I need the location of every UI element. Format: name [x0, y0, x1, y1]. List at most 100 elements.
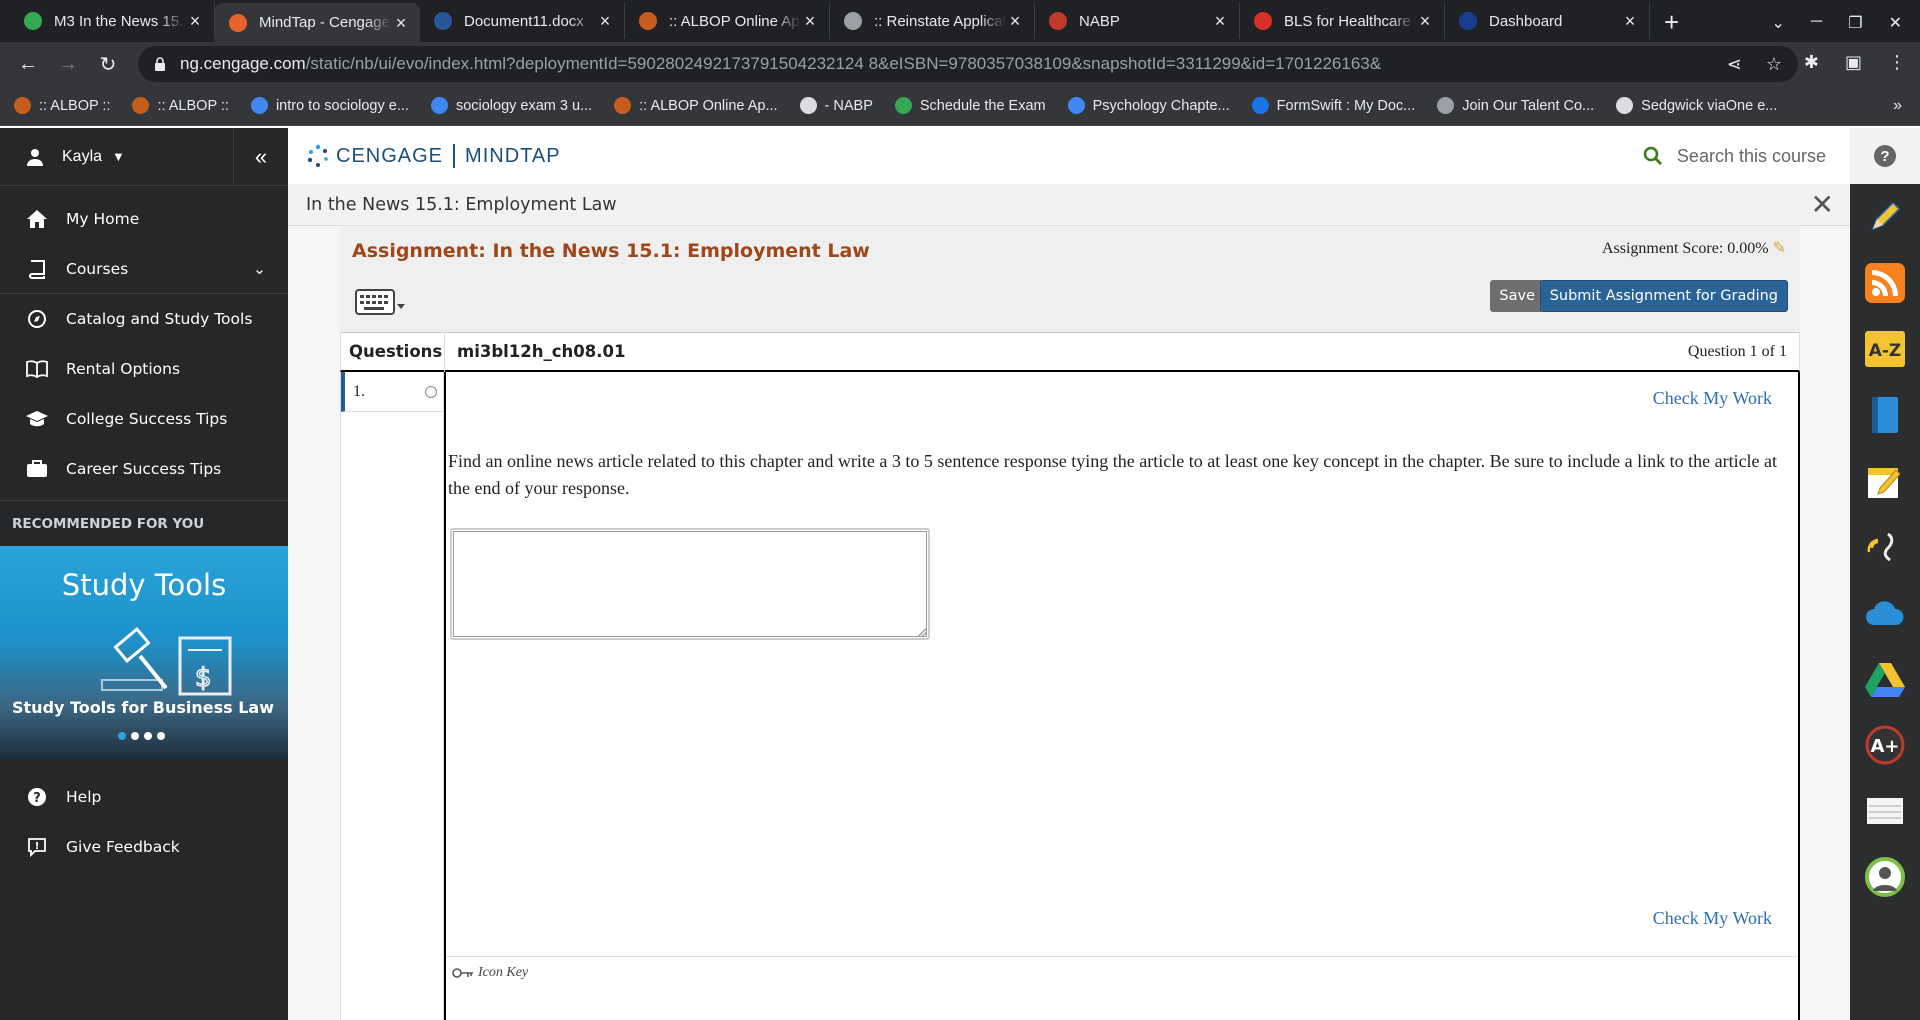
new-tab-button[interactable]: + [1664, 7, 1694, 38]
bookmark-item[interactable]: FormSwift : My Doc... [1251, 97, 1416, 114]
bookmark-label: Join Our Talent Co... [1462, 97, 1595, 114]
rss-app-icon[interactable] [1850, 250, 1920, 316]
bookmark-item[interactable]: sociology exam 3 u... [430, 97, 592, 114]
bookmark-item[interactable]: :: ALBOP :: [14, 97, 110, 114]
submit-assignment-button[interactable]: Submit Assignment for Grading [1539, 280, 1788, 312]
collapse-sidebar-icon[interactable]: « [234, 144, 288, 170]
study-tools-promo[interactable]: Study Tools $ Study Tools for Business L… [0, 546, 288, 758]
address-bar[interactable]: ng.cengage.com/static/nb/ui/evo/index.ht… [138, 46, 1798, 82]
pencil-app-icon[interactable] [1850, 184, 1920, 250]
close-tab-icon[interactable]: × [801, 12, 819, 30]
bookmark-label: FormSwift : My Doc... [1276, 97, 1416, 114]
browser-tab-strip: M3 In the News 15.1×MindTap - Cengage Le… [0, 0, 1920, 42]
chevron-down-icon: ⌄ [253, 259, 266, 278]
browser-tab[interactable]: M3 In the News 15.1 × [10, 3, 215, 39]
browser-tab[interactable]: Document11.docx × [420, 3, 625, 39]
tab-title: :: ALBOP Online Applications [669, 12, 801, 30]
browser-tab[interactable]: NABP × [1035, 3, 1240, 39]
forward-icon[interactable]: → [48, 53, 88, 76]
bookmark-label: Sedgwick viaOne e... [1641, 97, 1778, 114]
question-list-item[interactable]: 1. [341, 372, 443, 412]
close-tab-icon[interactable]: × [1006, 12, 1024, 30]
graduation-cap-icon [26, 411, 48, 427]
sidebar-item-college-tips[interactable]: College Success Tips [0, 394, 288, 444]
flashcards-icon[interactable] [1850, 778, 1920, 844]
close-tab-icon[interactable]: × [186, 12, 204, 30]
sidebar-item-label: Help [66, 788, 102, 806]
bookmark-label: :: ALBOP :: [39, 97, 111, 114]
feedback-icon: ! [28, 838, 46, 857]
bookmark-favicon-icon [132, 97, 150, 114]
restore-button[interactable]: ❐ [1848, 13, 1862, 33]
close-tab-icon[interactable]: × [596, 12, 614, 30]
reload-icon[interactable]: ↻ [88, 52, 128, 77]
sidebar-item-label: Rental Options [66, 360, 181, 378]
user-menu[interactable]: Kayla ▼ [0, 127, 234, 186]
sidebar-item-rental[interactable]: Rental Options [0, 344, 288, 394]
bookmark-label: :: ALBOP :: [157, 97, 229, 114]
minimize-button[interactable]: ─ [1811, 13, 1822, 33]
glossary-az-icon[interactable]: A-Z [1850, 316, 1920, 382]
browser-tab[interactable]: BLS for Healthcare Providers× [1240, 3, 1445, 39]
back-icon[interactable]: ← [8, 53, 48, 76]
bookmark-favicon-icon [894, 97, 912, 114]
answer-value[interactable] [453, 531, 927, 637]
share-icon[interactable]: ⋖ [1727, 54, 1742, 75]
browser-tab[interactable]: :: ALBOP Online Applications× [625, 3, 830, 39]
bookmarks-overflow-button[interactable]: » [1893, 97, 1902, 115]
extensions-icon[interactable]: ✱ [1804, 52, 1819, 73]
sidebar-item-my-home[interactable]: My Home [0, 194, 288, 244]
ebook-icon[interactable] [1850, 382, 1920, 448]
bookmark-item[interactable]: Sedgwick viaOne e... [1616, 97, 1777, 114]
sidebar-item-label: Give Feedback [66, 838, 180, 856]
sidebar-item-catalog[interactable]: Catalog and Study Tools [0, 294, 288, 344]
save-button[interactable]: Save [1490, 280, 1544, 312]
browser-tab[interactable]: :: Reinstate Application× [830, 3, 1035, 39]
bookmark-item[interactable]: Psychology Chapte... [1067, 97, 1230, 114]
tab-title: :: Reinstate Application [874, 12, 1006, 30]
check-my-work-link-top[interactable]: Check My Work [1653, 388, 1772, 409]
close-window-button[interactable]: ✕ [1889, 13, 1902, 33]
bookmark-item[interactable]: :: ALBOP Online Ap... [614, 97, 778, 114]
browser-tab[interactable]: MindTap - Cengage Learning× [215, 3, 420, 42]
bookmark-item[interactable]: Join Our Talent Co... [1437, 97, 1594, 114]
close-tab-icon[interactable]: × [1416, 12, 1434, 30]
pencil-edit-icon[interactable]: ✎ [1773, 240, 1786, 257]
bookmark-item[interactable]: Schedule the Exam [894, 97, 1046, 114]
onedrive-icon[interactable] [1850, 580, 1920, 646]
sidebar-item-feedback[interactable]: ! Give Feedback [0, 822, 288, 872]
answer-textarea[interactable] [450, 528, 930, 640]
help-icon[interactable]: ? [1874, 145, 1896, 167]
google-drive-icon[interactable] [1850, 646, 1920, 712]
tab-search-icon[interactable]: ⌄ [1772, 13, 1785, 33]
profile-app-icon[interactable] [1850, 844, 1920, 910]
keyboard-icon[interactable] [354, 286, 406, 318]
bookmark-item[interactable]: :: ALBOP :: [132, 97, 229, 114]
cengage-mindtap-logo[interactable]: CENGAGE MINDTAP [306, 144, 561, 168]
bookmark-label: :: ALBOP Online Ap... [639, 97, 778, 114]
aplus-icon[interactable]: A+ [1850, 712, 1920, 778]
bookmark-favicon-icon [1437, 97, 1455, 114]
side-panel-icon[interactable]: ▣ [1845, 52, 1862, 73]
bookmark-item[interactable]: - NABP [799, 97, 873, 114]
notes-icon[interactable] [1850, 448, 1920, 514]
course-search[interactable]: Search this course [1643, 146, 1826, 167]
bookmark-star-icon[interactable]: ☆ [1766, 54, 1782, 75]
close-tab-icon[interactable]: × [392, 14, 410, 32]
sidebar-item-courses[interactable]: Courses ⌄ [0, 244, 288, 294]
menu-kebab-icon[interactable]: ⋮ [1888, 52, 1906, 73]
icon-key-label: Icon Key [478, 965, 529, 980]
sidebar-item-help[interactable]: ? Help [0, 772, 288, 822]
check-my-work-link-bottom[interactable]: Check My Work [1653, 908, 1772, 929]
browser-tab[interactable]: Dashboard × [1445, 3, 1650, 39]
carousel-dots[interactable] [118, 732, 165, 740]
readspeaker-icon[interactable] [1850, 514, 1920, 580]
bookmark-item[interactable]: intro to sociology e... [250, 97, 409, 114]
close-activity-icon[interactable]: ✕ [1811, 188, 1834, 221]
tab-title: BLS for Healthcare Providers [1284, 12, 1416, 30]
close-tab-icon[interactable]: × [1211, 12, 1229, 30]
close-tab-icon[interactable]: × [1621, 12, 1639, 30]
sidebar-item-career-tips[interactable]: Career Success Tips [0, 444, 288, 494]
resize-grip-icon[interactable] [918, 628, 926, 636]
icon-key[interactable]: Icon Key [446, 956, 1798, 989]
